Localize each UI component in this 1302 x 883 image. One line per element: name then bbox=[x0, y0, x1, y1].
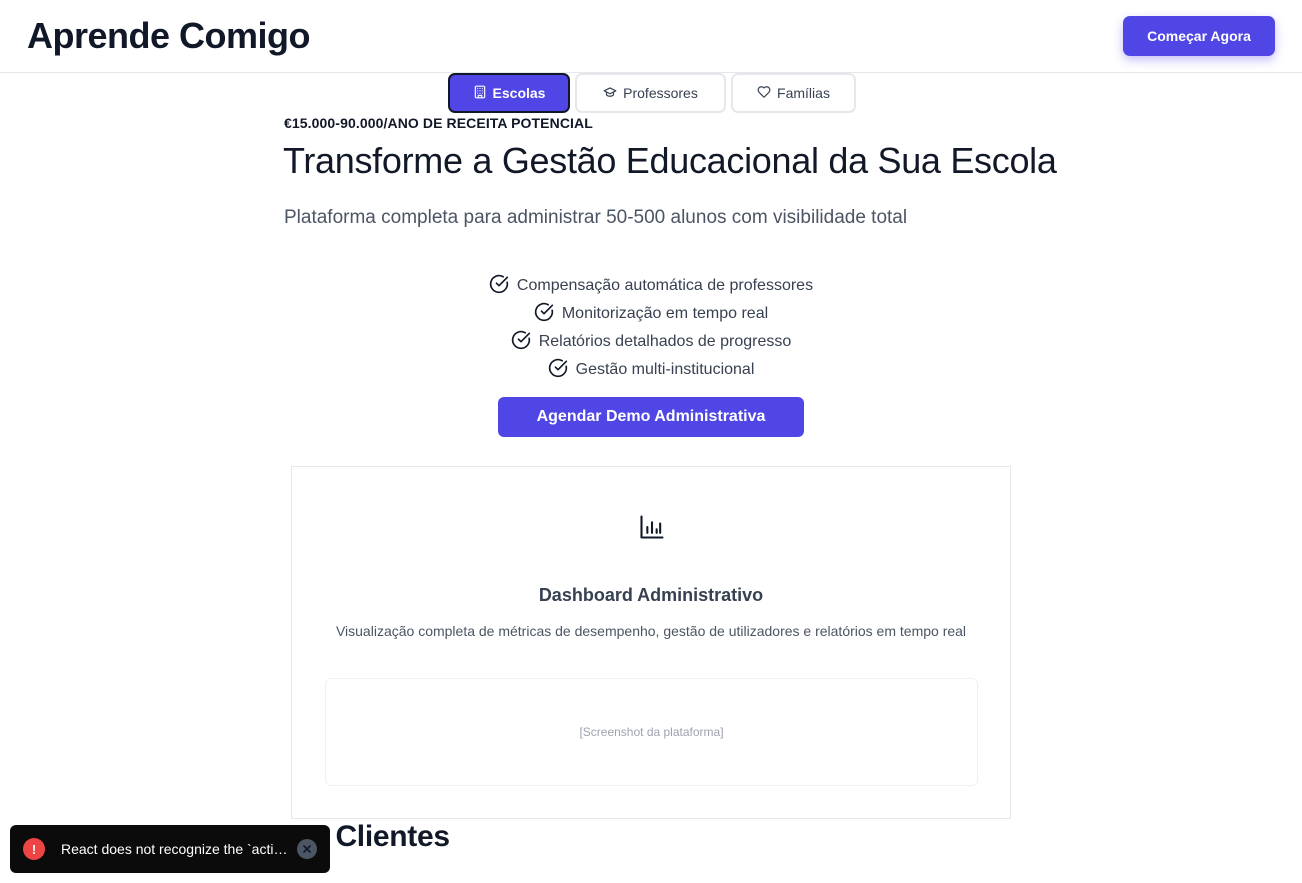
graduation-cap-icon bbox=[603, 85, 617, 102]
schedule-demo-button[interactable]: Agendar Demo Administrativa bbox=[498, 397, 804, 437]
tab-escolas[interactable]: Escolas bbox=[448, 73, 570, 113]
building-icon bbox=[473, 85, 487, 102]
error-icon: ! bbox=[23, 838, 45, 860]
tab-label: Famílias bbox=[777, 85, 830, 101]
feature-label: Compensação automática de professores bbox=[516, 277, 814, 294]
error-toast[interactable]: ! React does not recognize the `activeCl… bbox=[10, 825, 330, 873]
check-circle-icon bbox=[548, 358, 568, 383]
heart-icon bbox=[757, 85, 771, 102]
feature-list: Compensação automática de professores Mo… bbox=[0, 272, 1302, 384]
card-title: Dashboard Administrativo bbox=[538, 585, 764, 605]
hero-subtitle: Plataforma completa para administrar 50-… bbox=[284, 207, 908, 228]
list-item: Monitorização em tempo real bbox=[0, 300, 1302, 328]
check-circle-icon bbox=[511, 330, 531, 355]
site-header: Aprende Comigo Começar Agora bbox=[0, 0, 1302, 73]
bar-chart-icon bbox=[638, 513, 666, 541]
tab-familias[interactable]: Famílias bbox=[731, 73, 856, 113]
list-item: Relatórios detalhados de progresso bbox=[0, 328, 1302, 356]
check-circle-icon bbox=[534, 302, 554, 327]
brand-logo-text[interactable]: Aprende Comigo bbox=[27, 15, 311, 57]
list-item: Compensação automática de professores bbox=[0, 272, 1302, 300]
dashboard-preview-card: Dashboard Administrativo Visualização co… bbox=[291, 466, 1011, 819]
check-circle-icon bbox=[489, 274, 509, 299]
revenue-eyebrow: €15.000-90.000/ANO DE RECEITA POTENCIAL bbox=[284, 115, 593, 131]
screenshot-placeholder: [Screenshot da plataforma] bbox=[325, 678, 978, 786]
tab-professores[interactable]: Professores bbox=[575, 73, 726, 113]
start-now-button[interactable]: Começar Agora bbox=[1123, 16, 1275, 56]
page-title: Transforme a Gestão Educacional da Sua E… bbox=[283, 140, 1057, 181]
list-item: Gestão multi-institucional bbox=[0, 356, 1302, 384]
audience-tabs: Escolas Professores Famílias bbox=[448, 73, 856, 113]
close-icon[interactable] bbox=[297, 839, 317, 859]
tab-label: Professores bbox=[623, 85, 698, 101]
placeholder-label: [Screenshot da plataforma] bbox=[579, 725, 724, 739]
feature-label: Monitorização em tempo real bbox=[561, 305, 769, 322]
tab-label: Escolas bbox=[492, 85, 546, 101]
toast-message: React does not recognize the `activeClas… bbox=[61, 841, 291, 857]
feature-label: Gestão multi-institucional bbox=[575, 361, 755, 378]
card-description: Visualização completa de métricas de des… bbox=[335, 623, 967, 639]
feature-label: Relatórios detalhados de progresso bbox=[538, 333, 792, 350]
